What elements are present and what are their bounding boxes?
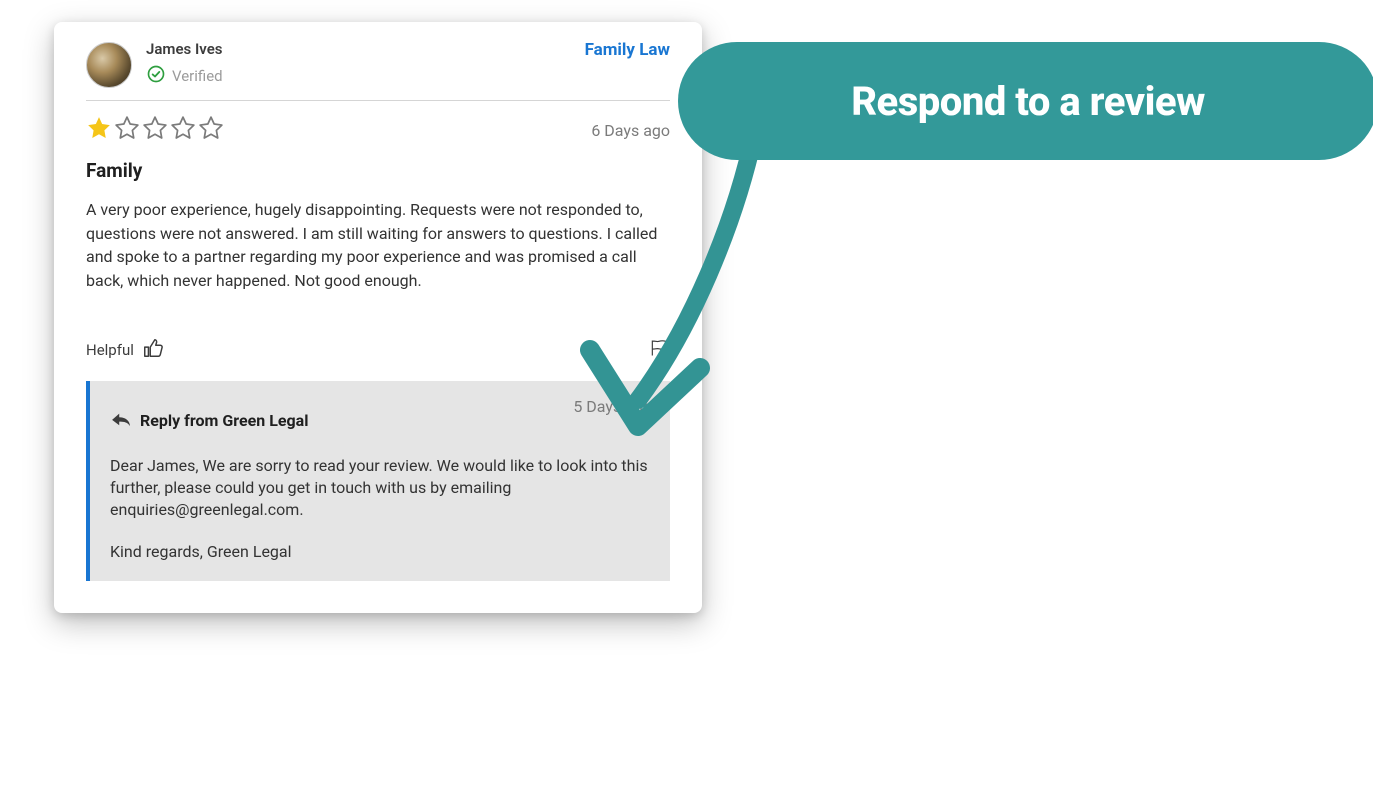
reply-header: Reply from Green Legal 5 Days ago [110,397,652,431]
callout-bubble: Respond to a review [678,42,1373,160]
reviewer-name: James Ives [146,40,223,58]
star-empty-icon [114,115,140,145]
star-empty-icon [170,115,196,145]
star-empty-icon [198,115,224,145]
reviewer-block: James Ives Verified [86,40,223,88]
review-actions: Helpful [86,337,670,363]
star-rating [86,115,224,145]
helpful-label: Helpful [86,341,134,359]
review-category-link[interactable]: Family Law [585,40,670,60]
review-card: James Ives Verified Family Law 6 Days ag… [54,22,702,613]
flag-icon [648,343,670,362]
reply-from-row: Reply from Green Legal [110,411,308,431]
verified-label: Verified [172,67,223,85]
reply-signoff: Kind regards, Green Legal [110,541,652,563]
flag-button[interactable] [648,338,670,362]
helpful-button[interactable]: Helpful [86,337,164,363]
reply-timestamp: 5 Days ago [573,397,652,416]
reply-from-label: Reply from Green Legal [140,411,308,430]
review-timestamp: 6 Days ago [591,121,670,140]
reviewer-meta: James Ives Verified [146,40,223,88]
callout-text: Respond to a review [851,78,1205,125]
review-title: Family [86,159,670,182]
verified-check-icon [146,64,166,88]
star-filled-icon [86,115,112,145]
verified-row: Verified [146,64,223,88]
star-empty-icon [142,115,168,145]
rating-row: 6 Days ago [86,115,670,145]
reply-arrow-icon [110,411,132,431]
thumbs-up-icon [142,337,164,363]
reply-body: Dear James, We are sorry to read your re… [110,455,652,521]
reply-block: Reply from Green Legal 5 Days ago Dear J… [86,381,670,581]
reviewer-avatar[interactable] [86,42,132,88]
review-body: A very poor experience, hugely disappoin… [86,198,670,293]
review-header: James Ives Verified Family Law [86,40,670,101]
